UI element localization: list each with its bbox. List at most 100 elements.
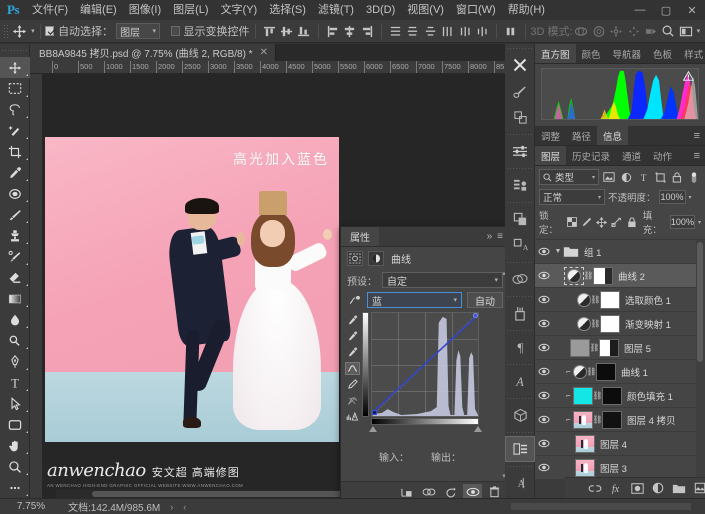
- auto-button[interactable]: 自动: [467, 292, 503, 308]
- adjustment-thumbnail[interactable]: [577, 317, 591, 331]
- hand-tool[interactable]: [0, 435, 30, 456]
- table-row[interactable]: ▼ 组 1: [535, 240, 705, 264]
- link-mask-icon[interactable]: ⛓: [591, 319, 600, 328]
- layer-name[interactable]: 图层 3: [600, 461, 627, 475]
- layer-visibility-icon[interactable]: [535, 295, 553, 304]
- layer-visibility-icon[interactable]: [535, 439, 553, 448]
- tab-actions[interactable]: 动作: [647, 146, 678, 165]
- tab-histogram[interactable]: 直方图: [535, 44, 576, 63]
- move-tool-icon[interactable]: [11, 22, 29, 41]
- tab-swatches[interactable]: 色板: [647, 44, 678, 63]
- minimize-icon[interactable]: —: [627, 0, 653, 20]
- status-expand-icon[interactable]: ›: [170, 502, 173, 512]
- table-row[interactable]: ⌐ ⛓ 图层 4 拷贝: [535, 408, 705, 432]
- layer-name[interactable]: 图层 5: [624, 341, 651, 355]
- distribute-horizontal-centers-icon[interactable]: [456, 22, 473, 41]
- align-horizontal-centers-icon[interactable]: [341, 22, 358, 41]
- horizontal-type-tool[interactable]: T: [0, 372, 30, 393]
- panel-menu-icon[interactable]: ≡: [497, 231, 503, 242]
- link-mask-icon[interactable]: ⛓: [587, 367, 596, 376]
- rectangular-marquee-tool[interactable]: [0, 78, 30, 99]
- close-tab-icon[interactable]: ✕: [260, 47, 268, 58]
- history-brush-tool[interactable]: [0, 246, 30, 267]
- table-row[interactable]: ⛓ 选取颜色 1: [535, 288, 705, 312]
- layer-name[interactable]: 选取颜色 1: [625, 293, 671, 307]
- dock-rail-grip-3[interactable]: [505, 164, 534, 172]
- layer-visibility-icon[interactable]: [535, 415, 553, 424]
- dock-rail-grip-5[interactable]: [505, 258, 534, 266]
- scrollbar-thumb[interactable]: [697, 242, 703, 362]
- workspace-caret-icon[interactable]: ▾: [697, 27, 701, 35]
- table-row[interactable]: ⛓ 曲线 2: [535, 264, 705, 288]
- table-row[interactable]: ⌐ ⛓ 颜色填充 1: [535, 384, 705, 408]
- menu-select[interactable]: 选择(S): [263, 0, 312, 20]
- properties-panel[interactable]: 属性 » ≡ 曲线 预设： 自定▾ 蓝: [340, 226, 510, 503]
- link-mask-icon[interactable]: ⛓: [593, 391, 602, 400]
- white-point-eyedropper-icon[interactable]: [345, 346, 360, 359]
- target-adjustment-icon[interactable]: [347, 294, 362, 307]
- layer-mask-icon[interactable]: [630, 481, 644, 496]
- layer-name[interactable]: 图层 4: [600, 437, 627, 451]
- tool-preset-caret-icon[interactable]: ▾: [31, 27, 35, 35]
- lasso-tool[interactable]: [0, 99, 30, 120]
- notes-icon[interactable]: A: [505, 470, 535, 496]
- white-input-slider[interactable]: [474, 426, 482, 432]
- status-scroll-track[interactable]: [511, 503, 691, 510]
- layer-list[interactable]: ▼ 组 1 ⛓ 曲线 2: [535, 239, 705, 480]
- layer-name[interactable]: 曲线 2: [618, 269, 645, 283]
- zoom-tool[interactable]: [0, 456, 30, 477]
- distribute-bottom-edges-icon[interactable]: [421, 22, 438, 41]
- histogram-icon[interactable]: [505, 266, 535, 292]
- lock-artboard-nesting-icon[interactable]: [611, 215, 623, 230]
- opacity-caret-icon[interactable]: ▾: [689, 194, 692, 201]
- curve-point-black[interactable]: [372, 410, 377, 415]
- menu-type[interactable]: 文字(Y): [215, 0, 264, 20]
- distribute-vertical-centers-icon[interactable]: [404, 22, 421, 41]
- distribute-right-edges-icon[interactable]: [474, 22, 491, 41]
- layer-visibility-icon[interactable]: [535, 319, 553, 328]
- tab-info[interactable]: 信息: [597, 126, 628, 145]
- layer-list-scrollbar[interactable]: [696, 240, 705, 480]
- layer-name[interactable]: 组 1: [584, 245, 601, 259]
- options-bar-grip[interactable]: [3, 24, 9, 39]
- vertical-ruler[interactable]: [30, 74, 43, 498]
- curve-point-white[interactable]: [473, 313, 478, 318]
- dock-rail-grip-2[interactable]: [505, 130, 534, 138]
- document-size-info[interactable]: 文档:142.4M/985.6M: [62, 499, 160, 514]
- filter-smart-objects-icon[interactable]: [670, 170, 684, 185]
- character-icon[interactable]: A: [505, 368, 535, 394]
- layer-comps-icon[interactable]: [505, 172, 535, 198]
- spot-healing-brush-tool[interactable]: [0, 183, 30, 204]
- distribute-left-edges-icon[interactable]: [439, 22, 456, 41]
- curve-point-tool-icon[interactable]: [345, 362, 360, 375]
- paragraph-icon[interactable]: ¶: [505, 334, 535, 360]
- dodge-tool[interactable]: [0, 330, 30, 351]
- lock-image-pixels-icon[interactable]: [581, 215, 593, 230]
- align-left-edges-icon[interactable]: [323, 22, 340, 41]
- auto-select-dropdown[interactable]: 图层▾: [116, 23, 160, 39]
- show-transform-checkbox[interactable]: [171, 26, 180, 36]
- lock-all-icon[interactable]: [626, 215, 638, 230]
- eyedropper-tool[interactable]: [0, 162, 30, 183]
- menu-layer[interactable]: 图层(L): [167, 0, 214, 20]
- filter-toggle-icon[interactable]: [687, 170, 701, 185]
- layer-thumbnail[interactable]: [575, 435, 595, 453]
- lock-transparent-pixels-icon[interactable]: [566, 215, 578, 230]
- maximize-icon[interactable]: ▢: [653, 0, 679, 20]
- search-icon[interactable]: [660, 22, 677, 41]
- menu-help[interactable]: 帮助(H): [502, 0, 551, 20]
- menu-filter[interactable]: 滤镜(T): [312, 0, 360, 20]
- align-top-edges-icon[interactable]: [260, 22, 277, 41]
- document-tab[interactable]: BB8A9845 拷贝.psd @ 7.75% (曲线 2, RGB/8) * …: [30, 44, 276, 61]
- black-input-slider[interactable]: [369, 426, 377, 432]
- tab-navigator[interactable]: 导航器: [607, 44, 648, 63]
- curves-plot-box[interactable]: [371, 312, 479, 417]
- character-styles-icon[interactable]: A: [505, 232, 535, 258]
- scrollbar-thumb[interactable]: [92, 491, 370, 497]
- gradient-tool[interactable]: [0, 288, 30, 309]
- pencil-tool-icon[interactable]: [345, 378, 360, 391]
- curves-adjustment-icon[interactable]: [368, 251, 384, 266]
- link-mask-icon[interactable]: ⛓: [584, 271, 593, 280]
- layer-mask-thumbnail[interactable]: [600, 315, 620, 333]
- status-collapse-icon[interactable]: ‹: [183, 502, 186, 512]
